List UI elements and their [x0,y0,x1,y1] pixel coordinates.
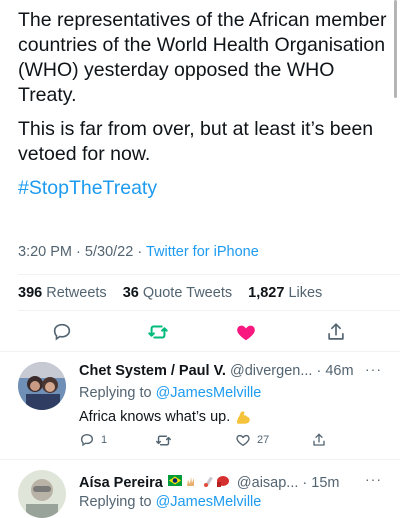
retweets-count: 396 [18,285,43,301]
heart-filled-icon [237,325,255,341]
tweet-paragraph-2: This is far from over, but at least it’s… [18,118,374,165]
reply-header: Aísa Pereira @aisap... · 15m [79,473,340,493]
reply-like-button[interactable]: 27 [235,432,269,448]
replying-label: Replying to [79,385,152,401]
reply-tweet[interactable]: Chet System / Paul V. @divergen... · 46m… [0,352,400,459]
mention-link[interactable]: @JamesMelville [156,385,262,401]
divider [18,274,400,275]
reply-count: 1 [101,434,108,446]
mention-link[interactable]: @JamesMelville [156,494,262,510]
share-icon [328,323,344,340]
like-button[interactable] [232,318,260,346]
reply-author-name[interactable]: Aísa Pereira [79,475,163,491]
flags-and-emoji-icons [167,473,233,493]
avatar[interactable] [18,470,66,518]
more-options-icon[interactable]: ··· [365,361,382,377]
tweet-meta: 3:20 PM · 5/30/22 · Twitter for iPhone [18,244,259,260]
flexed-biceps-emoji-icon [237,411,251,424]
divider [18,310,400,311]
like-count: 27 [257,434,270,446]
share-button[interactable] [322,318,350,346]
reply-header: Chet System / Paul V. @divergen... · 46m [79,363,354,379]
heart-outline-icon [236,434,250,447]
emoji-icons [167,475,229,487]
replying-to: Replying to @JamesMelville [79,385,261,401]
hashtag-link[interactable]: #StopTheTreaty [18,177,157,199]
quotes-label: Quote Tweets [142,285,233,301]
likes-label: Likes [288,285,323,301]
reply-author-handle[interactable]: @divergen... [230,363,312,379]
quotes-count: 36 [122,285,139,301]
avatar[interactable] [18,362,66,410]
scrollbar[interactable] [394,0,397,98]
retweet-icon [148,325,168,339]
reply-time[interactable]: 46m [325,363,353,379]
reply-author-name[interactable]: Chet System / Paul V. [79,363,226,379]
replying-label: Replying to [79,494,152,510]
reply-author-handle[interactable]: @aisap... [237,475,298,491]
reply-text-row: Africa knows what’s up. [79,408,252,426]
reply-retweet-button[interactable] [155,432,178,449]
likes-count: 1,827 [248,285,285,301]
reply-share-button[interactable] [311,432,327,448]
reply-button[interactable] [48,318,76,346]
reply-time[interactable]: 15m [311,475,339,491]
share-icon [313,433,325,446]
comment-icon [53,323,71,341]
tweet-body: The representatives of the African membe… [18,8,388,210]
dot-separator: · [302,474,308,491]
reply-tweet[interactable]: Aísa Pereira @aisap... · 15m ··· Replyin… [0,460,400,518]
tweet-actions [0,318,400,346]
dot-separator: · [137,244,143,260]
comment-icon [80,433,94,447]
reply-text: Africa knows what’s up. [79,408,231,425]
tweet-time[interactable]: 3:20 PM [18,244,72,260]
tweet-paragraph-1: The representatives of the African membe… [18,9,387,106]
dot-separator: · [76,244,81,260]
retweet-button[interactable] [144,318,172,346]
tweet-stats: 396 Retweets 36 Quote Tweets 1,827 Likes [18,285,334,301]
reply-actions: 1 27 [79,432,379,452]
replying-to: Replying to @JamesMelville [79,494,261,510]
likes-stat[interactable]: 1,827 Likes [248,285,328,301]
more-options-icon[interactable]: ··· [365,471,382,487]
avatar-image [18,470,66,518]
retweet-icon [156,435,171,446]
quotes-stat[interactable]: 36 Quote Tweets [123,285,238,301]
tweet-source-link[interactable]: Twitter for iPhone [146,244,259,260]
retweets-label: Retweets [46,285,107,301]
reply-reply-button[interactable]: 1 [79,432,107,448]
dot-separator: · [316,363,322,379]
tweet-date[interactable]: 5/30/22 [85,244,133,260]
retweets-stat[interactable]: 396 Retweets [18,285,113,301]
avatar-image [18,362,66,410]
